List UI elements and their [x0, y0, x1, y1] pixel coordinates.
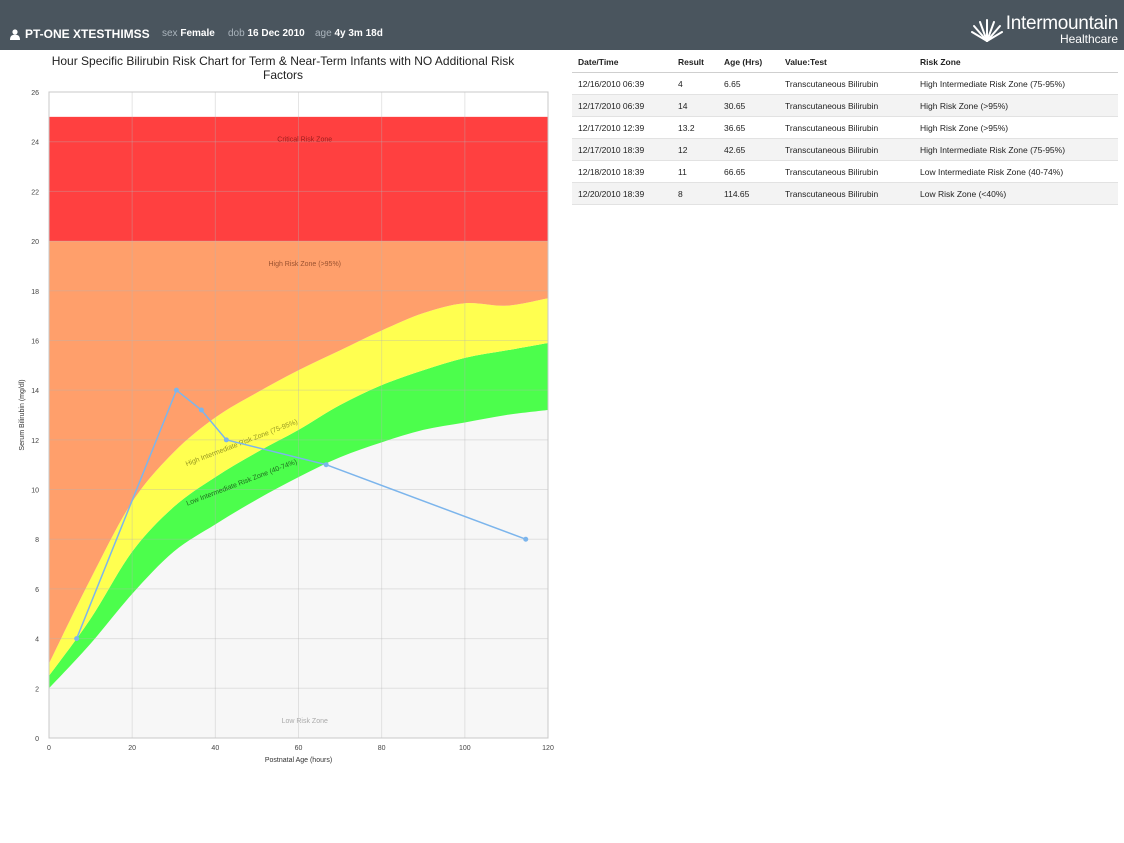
- cell-risk-zone: High Risk Zone (>95%): [914, 94, 1118, 117]
- cell-datetime: 12/16/2010 06:39: [572, 72, 672, 95]
- user-icon: [10, 28, 20, 40]
- header-value-test: Value:Test: [779, 52, 914, 73]
- cell-value-test: Transcutaneous Bilirubin: [779, 182, 914, 205]
- y-tick-label: 2: [35, 686, 39, 693]
- table-row[interactable]: 12/16/2010 06:39 4 6.65 Transcutaneous B…: [572, 72, 1118, 95]
- patient-banner: PT-ONE XTESTHIMSS: [10, 27, 150, 41]
- brand-main: Intermountain: [1005, 13, 1119, 34]
- data-point: [173, 387, 179, 393]
- y-tick-label: 8: [35, 537, 39, 544]
- dob-info: dob 16 Dec 2010: [228, 28, 305, 39]
- x-tick-label: 0: [47, 745, 51, 752]
- cell-result: 4: [672, 72, 718, 95]
- cell-datetime: 12/17/2010 06:39: [572, 94, 672, 117]
- y-tick-label: 4: [35, 637, 39, 644]
- y-axis-title: Serum Bilirubin (mg/dl): [19, 379, 26, 450]
- cell-value-test: Transcutaneous Bilirubin: [779, 116, 914, 139]
- cell-risk-zone: High Intermediate Risk Zone (75-95%): [914, 138, 1118, 161]
- y-tick-label: 22: [31, 189, 39, 196]
- cell-age: 6.65: [718, 72, 779, 95]
- cell-age: 30.65: [718, 94, 779, 117]
- x-tick-label: 40: [211, 745, 219, 752]
- cell-value-test: Transcutaneous Bilirubin: [779, 72, 914, 95]
- chart-title-line1: Hour Specific Bilirubin Risk Chart for T…: [51, 54, 515, 68]
- cell-result: 8: [672, 182, 718, 205]
- sex-value: Female: [180, 28, 215, 39]
- age-value: 4y 3m 18d: [334, 28, 383, 39]
- cell-value-test: Transcutaneous Bilirubin: [779, 94, 914, 117]
- y-tick-label: 6: [35, 587, 39, 594]
- cell-datetime: 12/20/2010 18:39: [572, 182, 672, 205]
- cell-risk-zone: Low Intermediate Risk Zone (40-74%): [914, 160, 1118, 183]
- zone-label-low: Low Risk Zone: [282, 718, 328, 725]
- dob-label: dob: [228, 28, 245, 39]
- zone-label-critical: Critical Risk Zone: [277, 137, 332, 144]
- cell-risk-zone: Low Risk Zone (<40%): [914, 182, 1118, 205]
- x-tick-label: 20: [128, 745, 136, 752]
- y-tick-label: 24: [31, 140, 39, 147]
- x-tick-label: 100: [459, 745, 471, 752]
- table-row[interactable]: 12/18/2010 18:39 11 66.65 Transcutaneous…: [572, 160, 1118, 183]
- data-point: [323, 462, 329, 468]
- data-point: [523, 536, 529, 542]
- x-tick-label: 80: [378, 745, 386, 752]
- header-datetime: Date/Time: [572, 52, 672, 73]
- cell-datetime: 12/18/2010 18:39: [572, 160, 672, 183]
- cell-value-test: Transcutaneous Bilirubin: [779, 138, 914, 161]
- cell-datetime: 12/17/2010 12:39: [572, 116, 672, 139]
- x-axis-title: Postnatal Age (hours): [265, 757, 332, 764]
- cell-age: 36.65: [718, 116, 779, 139]
- data-point: [198, 407, 204, 413]
- brand-sub: Healthcare: [1059, 32, 1118, 46]
- cell-risk-zone: High Intermediate Risk Zone (75-95%): [914, 72, 1118, 95]
- data-point: [74, 636, 80, 642]
- header-result: Result: [672, 52, 718, 73]
- bilirubin-risk-chart: Critical Risk ZoneHigh Risk Zone (>95%)H…: [19, 90, 554, 764]
- intermountain-logo: Intermountain Healthcare: [970, 13, 1119, 46]
- x-tick-label: 60: [295, 745, 303, 752]
- header-risk-zone: Risk Zone: [914, 52, 1118, 73]
- table-row[interactable]: 12/17/2010 18:39 12 42.65 Transcutaneous…: [572, 138, 1118, 161]
- y-tick-label: 12: [31, 438, 39, 445]
- y-tick-label: 10: [31, 488, 39, 495]
- table-row[interactable]: 12/17/2010 12:39 13.2 36.65 Transcutaneo…: [572, 116, 1118, 139]
- y-tick-label: 26: [31, 90, 39, 97]
- y-tick-label: 16: [31, 338, 39, 345]
- zone-label-high: High Risk Zone (>95%): [268, 261, 341, 268]
- cell-result: 14: [672, 94, 718, 117]
- cell-datetime: 12/17/2010 18:39: [572, 138, 672, 161]
- table-header-row: Date/Time Result Age (Hrs) Value:Test Ri…: [572, 52, 1118, 73]
- dob-value: 16 Dec 2010: [247, 28, 305, 39]
- table-row[interactable]: 12/20/2010 18:39 8 114.65 Transcutaneous…: [572, 182, 1118, 205]
- cell-age: 42.65: [718, 138, 779, 161]
- y-tick-label: 0: [35, 736, 39, 743]
- age-info: age 4y 3m 18d: [315, 28, 383, 39]
- chart-title: Hour Specific Bilirubin Risk Chart for T…: [28, 54, 538, 82]
- cell-value-test: Transcutaneous Bilirubin: [779, 160, 914, 183]
- x-tick-label: 120: [542, 745, 554, 752]
- logo-mark-icon: [970, 19, 1003, 42]
- cell-risk-zone: High Risk Zone (>95%): [914, 116, 1118, 139]
- cell-age: 114.65: [718, 182, 779, 205]
- cell-result: 11: [672, 160, 718, 183]
- header-age: Age (Hrs): [718, 52, 779, 73]
- y-tick-label: 14: [31, 388, 39, 395]
- y-tick-label: 18: [31, 289, 39, 296]
- data-point: [223, 437, 229, 443]
- y-tick-label: 20: [31, 239, 39, 246]
- age-label: age: [315, 28, 332, 39]
- table-row[interactable]: 12/17/2010 06:39 14 30.65 Transcutaneous…: [572, 94, 1118, 117]
- sex-info: sex Female: [162, 28, 215, 39]
- cell-result: 13.2: [672, 116, 718, 139]
- header-bar: PT-ONE XTESTHIMSS sex Female dob 16 Dec …: [0, 0, 1124, 50]
- cell-result: 12: [672, 138, 718, 161]
- sex-label: sex: [162, 28, 178, 39]
- patient-name: PT-ONE XTESTHIMSS: [25, 27, 150, 41]
- cell-age: 66.65: [718, 160, 779, 183]
- results-table: Date/Time Result Age (Hrs) Value:Test Ri…: [572, 52, 1118, 205]
